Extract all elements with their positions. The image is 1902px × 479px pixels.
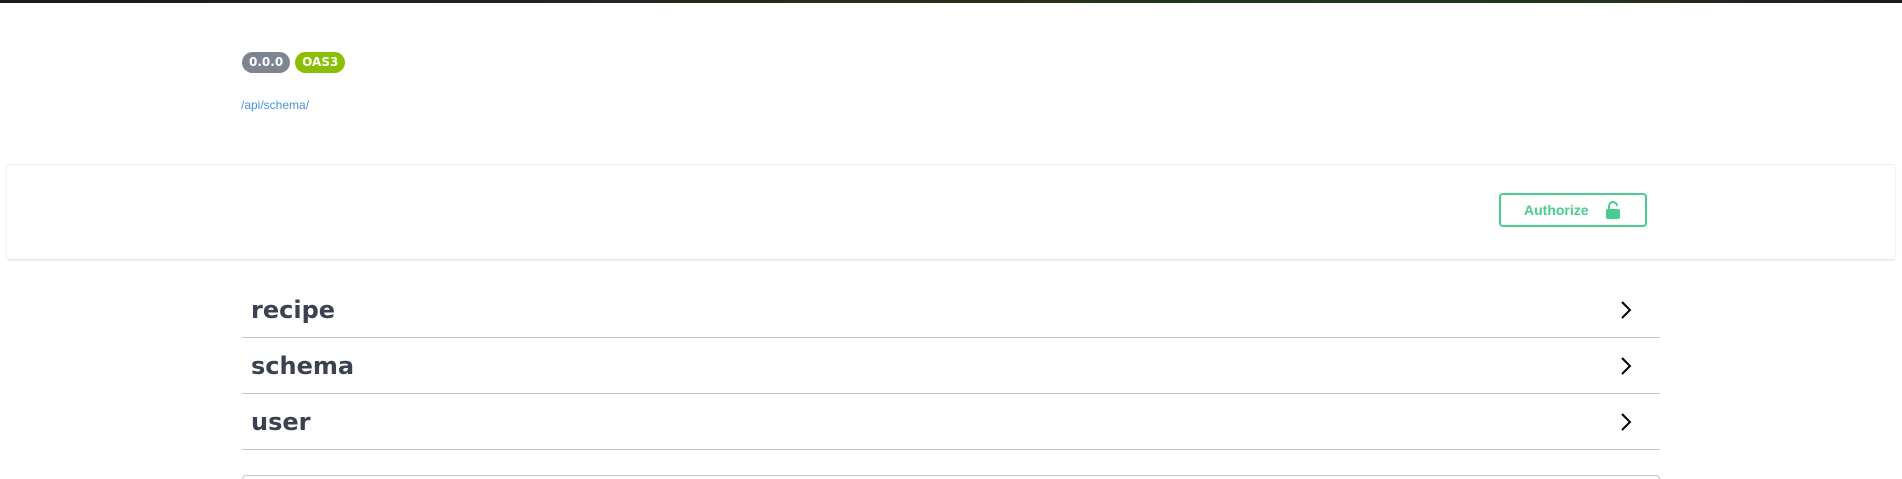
unlocked-lock-icon bbox=[1606, 201, 1620, 219]
authorize-label: Authorize bbox=[1524, 202, 1589, 218]
top-banner-strip bbox=[0, 0, 1902, 3]
chevron-right-icon[interactable] bbox=[1620, 412, 1632, 432]
operation-tag-list: recipe schema user bbox=[242, 282, 1660, 450]
chevron-right-icon[interactable] bbox=[1620, 300, 1632, 320]
models-section-edge bbox=[242, 475, 1660, 479]
scheme-container: Authorize bbox=[7, 164, 1895, 259]
version-badge: 0.0.0 bbox=[242, 52, 291, 73]
tag-label: user bbox=[251, 407, 311, 436]
schema-url-link[interactable]: /api/schema/ bbox=[241, 98, 309, 112]
tag-label: schema bbox=[251, 351, 355, 380]
chevron-right-icon[interactable] bbox=[1620, 356, 1632, 376]
authorize-button[interactable]: Authorize bbox=[1499, 193, 1647, 227]
tag-section-user[interactable]: user bbox=[242, 394, 1660, 450]
tag-label: recipe bbox=[251, 295, 336, 324]
tag-section-recipe[interactable]: recipe bbox=[242, 282, 1660, 338]
badge-group: 0.0.0 OAS3 bbox=[242, 52, 346, 73]
api-info: 0.0.0 OAS3 bbox=[242, 52, 346, 73]
tag-section-schema[interactable]: schema bbox=[242, 338, 1660, 394]
oas-badge: OAS3 bbox=[295, 52, 346, 73]
